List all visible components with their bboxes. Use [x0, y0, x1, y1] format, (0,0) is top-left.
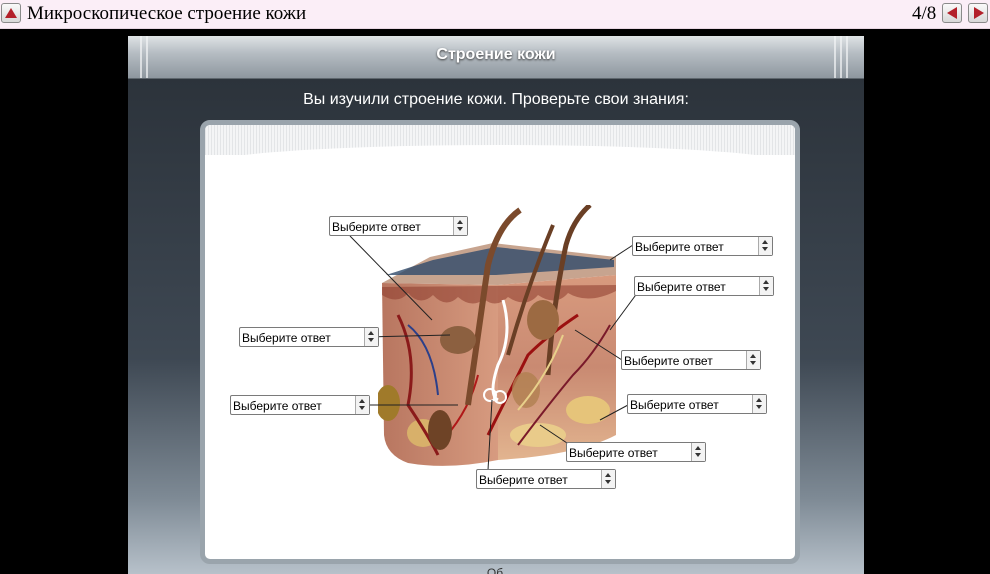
chevron-updown-icon [691, 443, 705, 461]
window-title: Микроскопическое строение кожи [27, 3, 307, 24]
chevron-updown-icon [752, 395, 766, 413]
answer-select-6[interactable]: Выберите ответ [230, 395, 370, 415]
title-bar: Микроскопическое строение кожи 4/8 [0, 0, 990, 29]
skin-section-image [378, 205, 616, 466]
answer-select-1[interactable]: Выберите ответ [329, 216, 468, 236]
chevron-updown-icon [759, 277, 773, 295]
chevron-updown-icon [364, 328, 378, 346]
answer-select-4[interactable]: Выберите ответ [239, 327, 379, 347]
chevron-updown-icon [355, 396, 369, 414]
instruction-text: Вы изучили строение кожи. Проверьте свои… [303, 91, 689, 108]
chevron-updown-icon [601, 470, 615, 488]
stage-header: Строение кожи [128, 36, 864, 79]
up-icon[interactable] [1, 3, 21, 23]
stage-title: Строение кожи [436, 46, 556, 63]
answer-select-7[interactable]: Выберите ответ [627, 394, 767, 414]
chevron-updown-icon [746, 351, 760, 369]
answer-select-3[interactable]: Выберите ответ [634, 276, 774, 296]
answer-select-2[interactable]: Выберите ответ [632, 236, 773, 256]
chevron-updown-icon [453, 217, 467, 235]
chevron-updown-icon [758, 237, 772, 255]
bottom-partial-text: Об [486, 566, 504, 574]
page-indicator: 4/8 [912, 3, 937, 24]
answer-select-9[interactable]: Выберите ответ [476, 469, 616, 489]
prev-icon[interactable] [942, 3, 962, 23]
answer-select-8[interactable]: Выберите ответ [566, 442, 706, 462]
panel-decoration [205, 125, 795, 165]
next-icon[interactable] [968, 3, 988, 23]
answer-select-5[interactable]: Выберите ответ [621, 350, 761, 370]
